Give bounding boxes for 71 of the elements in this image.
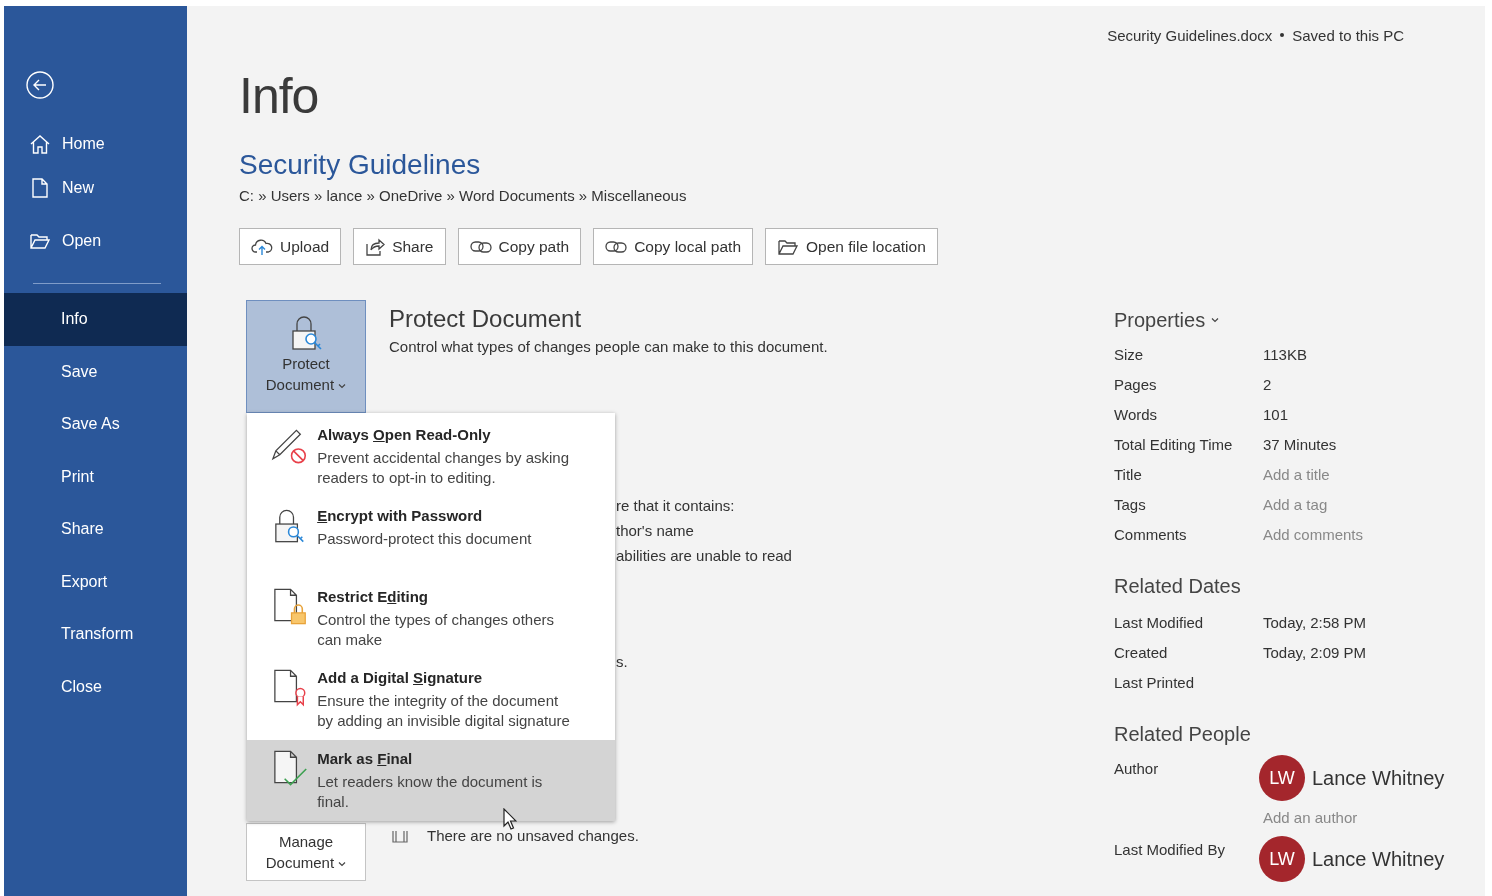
action-button[interactable]: Share <box>353 228 446 265</box>
action-button[interactable]: Open file location <box>765 228 938 265</box>
link-icon <box>605 238 628 255</box>
property-value: Today, 2:09 PM <box>1263 643 1367 661</box>
action-button[interactable]: Copy local path <box>593 228 753 265</box>
document-title: Security Guidelines <box>239 148 482 182</box>
caret-icon <box>338 383 347 390</box>
section-heading: Related People <box>1114 722 1252 747</box>
menu-item[interactable]: Always Open Read-Only Prevent accidental changes by asking readers to opt-in to editing. <box>247 416 615 497</box>
nav-item[interactable]: Print <box>4 450 187 503</box>
nav-item[interactable]: New <box>4 162 187 215</box>
avatar: LW <box>1259 836 1305 882</box>
property-value: 37 Minutes <box>1263 435 1337 453</box>
person-name[interactable]: Lance Whitney <box>1312 766 1445 790</box>
text-fragment: s. <box>616 652 629 672</box>
cloud-upload-icon <box>251 237 273 256</box>
text-fragment: re that it contains: <box>616 496 736 516</box>
action-button[interactable]: Upload <box>239 228 342 265</box>
share-icon <box>365 236 386 257</box>
page-title: Info <box>239 68 320 124</box>
nav-item[interactable]: Close <box>4 660 187 713</box>
file-path: C: » Users » lance » OneDrive » Word Documents » Miscellaneous <box>239 186 688 206</box>
manage-document-button[interactable]: Manage Document <box>246 823 366 881</box>
cursor-icon <box>503 808 517 830</box>
property-value: 101 <box>1263 405 1289 423</box>
property-label: Words <box>1114 405 1159 423</box>
action-button[interactable]: Copy path <box>457 228 582 265</box>
nav-item[interactable]: Transform <box>4 608 187 661</box>
person-name[interactable]: Lance Whitney <box>1312 847 1445 871</box>
nav-item[interactable]: Share <box>4 503 187 556</box>
menu-item[interactable]: Restrict Editing Control the types of changes others can make <box>247 578 615 659</box>
nav-item[interactable]: Save As <box>4 398 187 451</box>
properties-dropdown[interactable]: Properties <box>1114 306 1220 334</box>
menu-item[interactable]: Add a Digital Signature Ensure the integrity of the document by adding an invisible digital signature <box>247 659 615 740</box>
menu-item[interactable]: Mark as Final Let readers know the document is final. <box>247 740 615 821</box>
property-label: Last Modified <box>1114 613 1205 631</box>
nav-item[interactable]: Home <box>4 125 187 162</box>
nav-item[interactable]: Info <box>4 293 187 346</box>
property-label: Last Modified By <box>1114 840 1226 860</box>
link-icon <box>469 238 492 255</box>
section-description: Control what types of changes people can make to this document. <box>389 337 828 357</box>
text-fragment: abilities are unable to read <box>616 546 793 566</box>
file-name: Security Guidelines.docx <box>1107 26 1273 44</box>
nav-item[interactable]: Save <box>4 345 187 398</box>
property-label: Title <box>1114 465 1143 483</box>
caret-icon <box>1211 317 1220 323</box>
property-label: Pages <box>1114 375 1158 393</box>
section-heading: Protect Document <box>389 304 583 334</box>
property-label: Comments <box>1114 525 1188 543</box>
property-label: Size <box>1114 345 1145 363</box>
nav-item[interactable]: Export <box>4 555 187 608</box>
property-label: Total Editing Time <box>1114 435 1234 453</box>
back-button[interactable] <box>25 70 55 100</box>
menu-item[interactable]: Encrypt with Password Password-protect this document <box>247 497 615 578</box>
save-status: Saved to this PC <box>1292 26 1404 44</box>
section-heading: Related Dates <box>1114 574 1242 599</box>
property-value: 2 <box>1263 375 1272 393</box>
folder-icon <box>777 237 799 256</box>
text-fragment: thor's name <box>616 521 695 541</box>
status-text: There are no unsaved changes. <box>427 827 639 844</box>
property-value: Today, 2:58 PM <box>1263 613 1367 631</box>
property-label: Last Printed <box>1114 673 1196 691</box>
nav-item[interactable]: Open <box>4 214 187 267</box>
protect-document-button[interactable]: Protect Document <box>246 300 366 413</box>
caret-icon <box>338 861 347 868</box>
property-label: Author <box>1114 759 1160 779</box>
property-label: Tags <box>1114 495 1147 513</box>
avatar: LW <box>1259 755 1305 801</box>
property-label: Created <box>1114 643 1169 661</box>
separator-dot <box>1280 33 1285 37</box>
property-value: 113KB <box>1263 345 1307 363</box>
